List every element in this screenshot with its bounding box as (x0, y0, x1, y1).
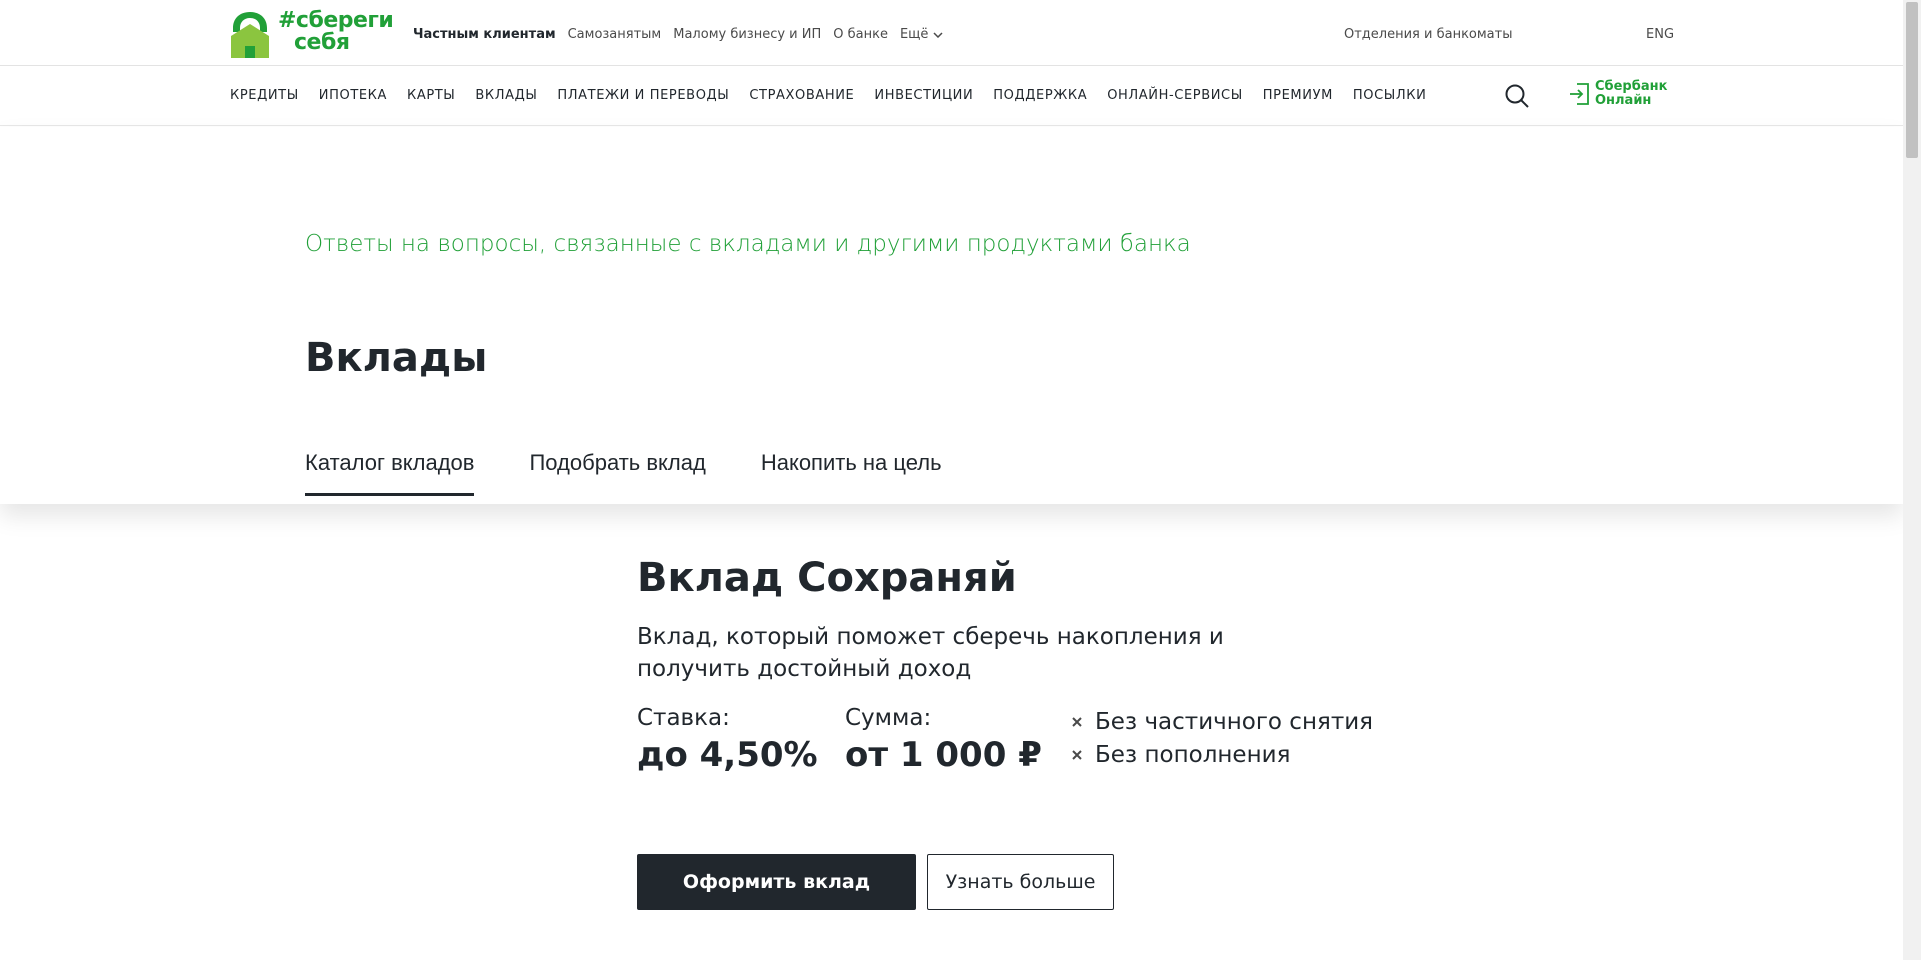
product-nav: КРЕДИТЫ ИПОТЕКА КАРТЫ ВКЛАДЫ ПЛАТЕЖИ И П… (230, 88, 1446, 103)
cross-icon (1072, 716, 1082, 727)
sum-stat: Сумма: от 1 000 ₽ (845, 705, 1042, 775)
page-scrollbar[interactable] (1903, 0, 1921, 960)
nav-online-services[interactable]: ОНЛАЙН-СЕРВИСЫ (1107, 88, 1243, 103)
tab-pick-deposit[interactable]: Подобрать вклад (529, 450, 705, 496)
deposit-conditions: Без частичного снятия Без пополнения (1069, 705, 1373, 771)
hero-section: Ответы на вопросы, связанные с вкладами … (0, 127, 1903, 504)
deposit-tabs: Каталог вкладов Подобрать вклад Накопить… (305, 450, 997, 496)
more-label: Ещё (899, 27, 929, 42)
more-dropdown[interactable]: Ещё (900, 27, 943, 42)
language-switch[interactable]: ENG (1646, 27, 1674, 42)
link-about-bank[interactable]: О банке (833, 27, 888, 42)
top-bar: #сбереги себя Частным клиентам Самозанят… (0, 0, 1903, 66)
tab-catalog[interactable]: Каталог вкладов (305, 450, 475, 496)
condition-item: Без частичного снятия (1069, 705, 1373, 738)
logo-text: #сбереги себя (278, 8, 394, 55)
sum-value: от 1 000 ₽ (845, 735, 1042, 775)
nav-credits[interactable]: КРЕДИТЫ (230, 88, 299, 103)
deposit-card: Вклад Сохраняй Вклад, который поможет сб… (637, 555, 1397, 910)
deposit-stats: Ставка: до 4,50% Сумма: от 1 000 ₽ Без ч… (637, 705, 1397, 795)
chevron-down-icon (933, 31, 943, 38)
sber-logo[interactable]: #сбереги себя (228, 8, 394, 60)
login-icon (1570, 83, 1589, 105)
deposit-description: Вклад, который поможет сберечь накоплени… (637, 624, 1224, 682)
search-button[interactable] (1504, 83, 1530, 109)
main-nav: КРЕДИТЫ ИПОТЕКА КАРТЫ ВКЛАДЫ ПЛАТЕЖИ И П… (0, 66, 1903, 126)
audience-nav: Частным клиентам Самозанятым Малому бизн… (413, 27, 943, 42)
link-self-employed[interactable]: Самозанятым (568, 27, 662, 42)
faq-link[interactable]: Ответы на вопросы, связанные с вкладами … (305, 231, 1191, 257)
nav-support[interactable]: ПОДДЕРЖКА (993, 88, 1087, 103)
logo-line-1: #сбереги (278, 8, 394, 33)
link-private-clients[interactable]: Частным клиентам (413, 27, 556, 42)
house-lock-logo-icon (231, 12, 269, 58)
condition-text: Без пополнения (1095, 741, 1291, 768)
condition-item: Без пополнения (1069, 738, 1373, 771)
nav-parcels[interactable]: ПОСЫЛКИ (1353, 88, 1427, 103)
deposit-title: Вклад Сохраняй (637, 555, 1017, 601)
sbol-line-2: Онлайн (1595, 93, 1652, 108)
rate-stat: Ставка: до 4,50% (637, 705, 818, 775)
nav-deposits[interactable]: ВКЛАДЫ (475, 88, 537, 103)
nav-payments[interactable]: ПЛАТЕЖИ И ПЕРЕВОДЫ (557, 88, 729, 103)
nav-mortgage[interactable]: ИПОТЕКА (319, 88, 387, 103)
learn-more-button[interactable]: Узнать больше (927, 854, 1114, 910)
nav-premium[interactable]: ПРЕМИУМ (1263, 88, 1333, 103)
rate-label: Ставка: (637, 705, 730, 731)
cross-icon (1072, 749, 1082, 760)
logo-line-2: себя (294, 30, 350, 55)
deposit-actions: Оформить вклад Узнать больше (637, 854, 1114, 910)
nav-insurance[interactable]: СТРАХОВАНИЕ (749, 88, 854, 103)
sberbank-online-link[interactable]: Сбербанк Онлайн (1569, 80, 1667, 108)
tab-save-for-goal[interactable]: Накопить на цель (761, 450, 942, 496)
nav-investments[interactable]: ИНВЕСТИЦИИ (874, 88, 973, 103)
branches-atms-link[interactable]: Отделения и банкоматы (1344, 27, 1512, 42)
sum-label: Сумма: (845, 705, 932, 731)
sbol-text: Сбербанк Онлайн (1595, 80, 1667, 108)
link-small-business[interactable]: Малому бизнесу и ИП (673, 27, 821, 42)
page-title: Вклады (305, 335, 488, 381)
search-icon (1505, 84, 1529, 108)
rate-value: до 4,50% (637, 735, 818, 775)
nav-cards[interactable]: КАРТЫ (407, 88, 455, 103)
condition-text: Без частичного снятия (1095, 708, 1374, 735)
scrollbar-thumb[interactable] (1906, 2, 1918, 158)
open-deposit-button[interactable]: Оформить вклад (637, 854, 916, 910)
sbol-line-1: Сбербанк (1595, 79, 1668, 94)
